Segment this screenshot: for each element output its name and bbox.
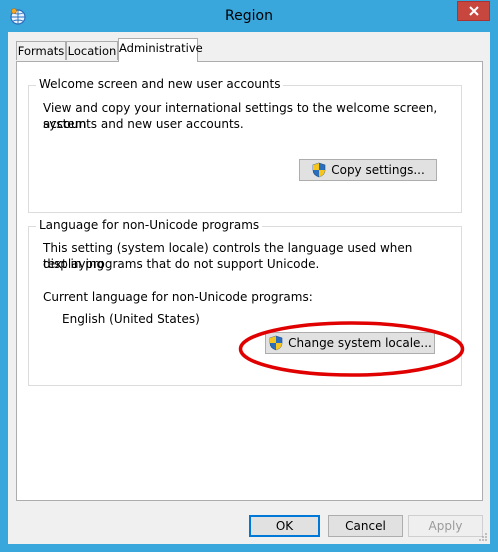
apply-label: Apply <box>428 519 463 533</box>
welcome-description-line2: accounts and new user accounts. <box>43 117 244 131</box>
welcome-screen-group: Welcome screen and new user accounts Vie… <box>28 77 462 213</box>
highlight-ellipse <box>238 321 465 377</box>
welcome-group-title: Welcome screen and new user accounts <box>36 77 284 91</box>
uac-shield-icon <box>312 162 326 178</box>
apply-button[interactable]: Apply <box>408 515 483 537</box>
tab-administrative[interactable]: Administrative <box>118 38 203 62</box>
tab-administrative-label: Administrative <box>119 41 203 55</box>
window-title: Region <box>225 8 273 24</box>
tab-location[interactable]: Location <box>66 41 118 60</box>
ok-label: OK <box>275 519 294 533</box>
close-button[interactable] <box>457 1 490 21</box>
non-unicode-description-line2: text in programs that do not support Uni… <box>43 257 320 271</box>
tab-formats[interactable]: Formats <box>16 41 66 60</box>
region-window: Region Formats Location Administrative W… <box>0 0 498 552</box>
dialog-client-area: Formats Location Administrative Welcome … <box>8 32 490 544</box>
non-unicode-group-title: Language for non-Unicode programs <box>36 218 263 232</box>
ok-button[interactable]: OK <box>249 515 320 537</box>
copy-settings-label: Copy settings... <box>331 163 425 177</box>
cancel-label: Cancel <box>345 519 386 533</box>
administrative-tab-panel: Welcome screen and new user accounts Vie… <box>16 61 483 501</box>
close-icon <box>468 6 479 16</box>
current-language-value: English (United States) <box>62 312 200 326</box>
tab-formats-label: Formats <box>17 44 65 58</box>
title-bar[interactable]: Region <box>0 0 498 33</box>
copy-settings-button[interactable]: Copy settings... <box>299 159 437 181</box>
tab-location-label: Location <box>67 44 117 58</box>
resize-grip-icon[interactable] <box>478 532 488 542</box>
cancel-button[interactable]: Cancel <box>328 515 403 537</box>
current-language-label: Current language for non-Unicode program… <box>43 290 313 304</box>
